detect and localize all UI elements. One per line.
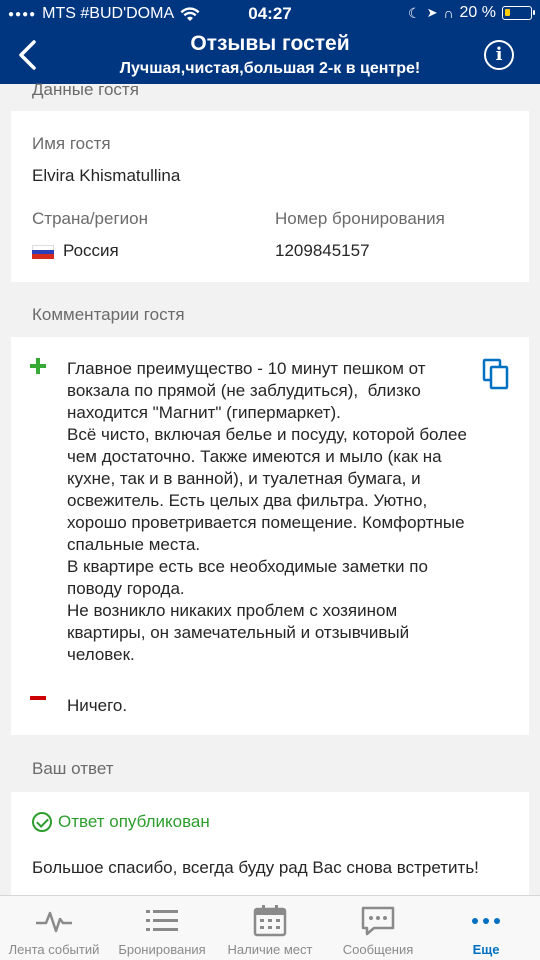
- copy-icon: [482, 358, 509, 390]
- reply-card: [11, 792, 529, 902]
- tab-label: Еще: [472, 942, 500, 957]
- status-bar: ●●●● MTS #BUD'DOMA 04:27 ☾ ➤ ∩ 20 %: [0, 0, 540, 28]
- tab-messages[interactable]: Сообщения: [324, 896, 432, 960]
- info-icon: i: [495, 44, 503, 65]
- reply-text: Большое спасибо, всегда буду рад Вас сно…: [32, 858, 479, 877]
- comments-section-title: Комментарии гостя: [32, 305, 185, 324]
- battery-icon: [502, 6, 535, 20]
- minus-icon: [30, 696, 46, 700]
- list-icon: [146, 910, 178, 931]
- reply-status-label: Ответ опубликован: [58, 812, 210, 831]
- page-subtitle: Лучшая,чистая,большая 2-к в центре!: [119, 60, 421, 77]
- positive-comment: Главное преимущество - 10 минут пешком о…: [67, 359, 467, 664]
- country-label: Страна/регион: [32, 209, 148, 228]
- copy-button[interactable]: [482, 358, 510, 390]
- pulse-icon: [36, 911, 72, 933]
- tab-bookings[interactable]: Бронирования: [108, 896, 216, 960]
- tab-label: Наличие мест: [227, 942, 313, 957]
- tab-bar: Лента событий Бронирования Наличие мест …: [0, 895, 540, 960]
- moon-icon: ☾: [408, 4, 421, 21]
- check-circle-icon: [32, 812, 52, 832]
- negative-comment: Ничего.: [67, 696, 128, 715]
- tab-label: Бронирования: [118, 942, 206, 957]
- tab-label: Сообщения: [342, 942, 414, 957]
- tab-more[interactable]: Еще: [432, 896, 540, 960]
- booking-number-label: Номер бронирования: [275, 209, 445, 228]
- tab-label: Лента событий: [8, 942, 100, 957]
- info-button[interactable]: i: [484, 40, 514, 70]
- reply-section-title: Ваш ответ: [32, 759, 114, 778]
- tab-activity-feed[interactable]: Лента событий: [0, 896, 108, 960]
- page-title: Отзывы гостей: [190, 32, 350, 55]
- headphones-icon: ∩: [443, 5, 454, 21]
- russia-flag-icon: [32, 245, 54, 259]
- booking-number-value[interactable]: 1209845157: [275, 241, 370, 261]
- plus-icon: [30, 358, 46, 374]
- message-icon: [361, 906, 395, 936]
- reply-status: Ответ опубликован: [32, 812, 210, 832]
- guest-name-value: Elvira Khismatullina: [32, 166, 181, 185]
- battery-percent: 20 %: [459, 4, 496, 21]
- more-icon: [472, 918, 500, 924]
- tab-availability[interactable]: Наличие мест: [216, 896, 324, 960]
- calendar-icon: [253, 905, 287, 937]
- guest-name-label: Имя гостя: [32, 134, 111, 153]
- guest-section-title: Данные гостя: [32, 80, 139, 99]
- location-icon: ➤: [426, 5, 438, 20]
- header: ●●●● MTS #BUD'DOMA 04:27 ☾ ➤ ∩ 20 % Отзы…: [0, 0, 540, 84]
- country-value: Россия: [63, 241, 119, 260]
